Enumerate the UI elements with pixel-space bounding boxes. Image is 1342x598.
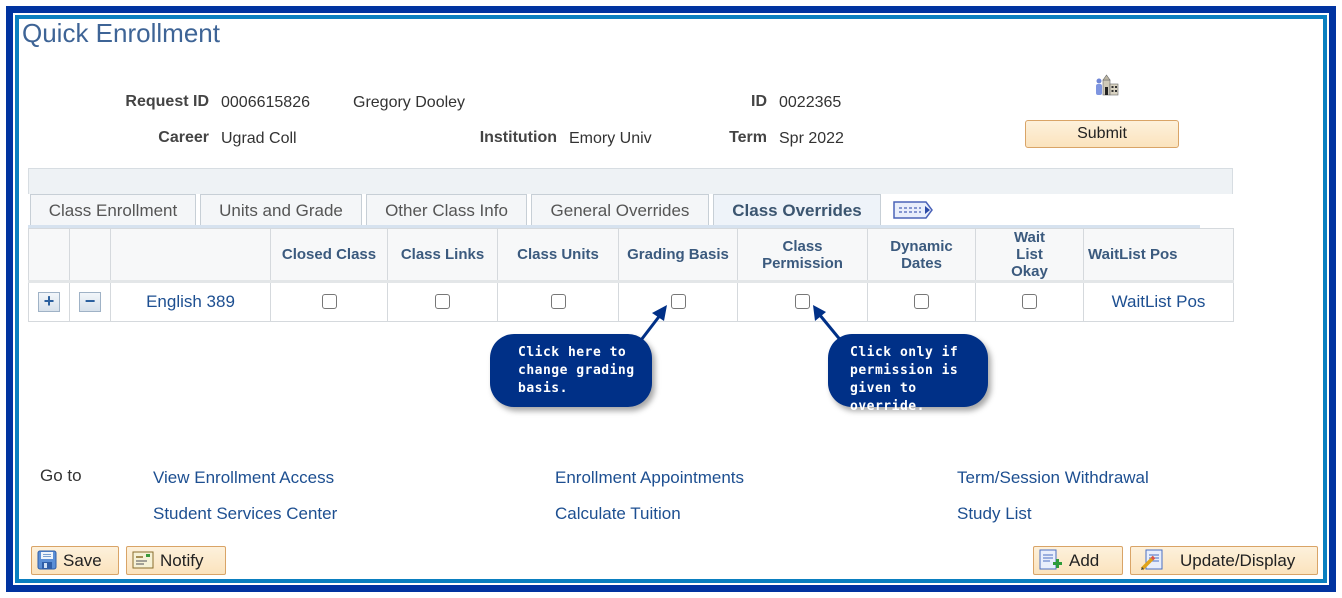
update-display-button[interactable]: Update/Display xyxy=(1130,546,1318,575)
save-icon xyxy=(37,550,57,570)
grading-basis-callout: Click here to change grading basis. xyxy=(490,334,652,407)
view-enrollment-access-link[interactable]: View Enrollment Access xyxy=(153,468,334,488)
permission-arrow xyxy=(813,305,844,343)
callout-line: change grading xyxy=(518,363,635,378)
save-button[interactable]: Save xyxy=(31,546,119,575)
callout-line: Click only if xyxy=(850,345,959,360)
enrollment-appointments-link[interactable]: Enrollment Appointments xyxy=(555,468,744,488)
notify-button[interactable]: Notify xyxy=(126,546,226,575)
notify-label: Notify xyxy=(160,551,204,570)
callout-line: given to override. xyxy=(850,381,925,414)
notify-icon xyxy=(132,551,154,569)
add-button[interactable]: Add xyxy=(1033,546,1123,575)
add-label: Add xyxy=(1069,551,1100,570)
update-display-icon xyxy=(1140,549,1163,570)
term-session-withdrawal-link[interactable]: Term/Session Withdrawal xyxy=(957,468,1149,488)
callout-line: basis. xyxy=(518,381,568,396)
calculate-tuition-link[interactable]: Calculate Tuition xyxy=(555,504,681,524)
save-label: Save xyxy=(63,551,102,570)
callout-line: permission is xyxy=(850,363,959,378)
study-list-link[interactable]: Study List xyxy=(957,504,1032,524)
add-icon xyxy=(1039,549,1062,570)
goto-label: Go to xyxy=(40,466,82,485)
student-services-center-link[interactable]: Student Services Center xyxy=(153,504,337,524)
update-display-label: Update/Display xyxy=(1180,551,1296,570)
callout-line: Click here to xyxy=(518,345,627,360)
class-permission-callout: Click only if permission is given to ove… xyxy=(828,334,988,414)
